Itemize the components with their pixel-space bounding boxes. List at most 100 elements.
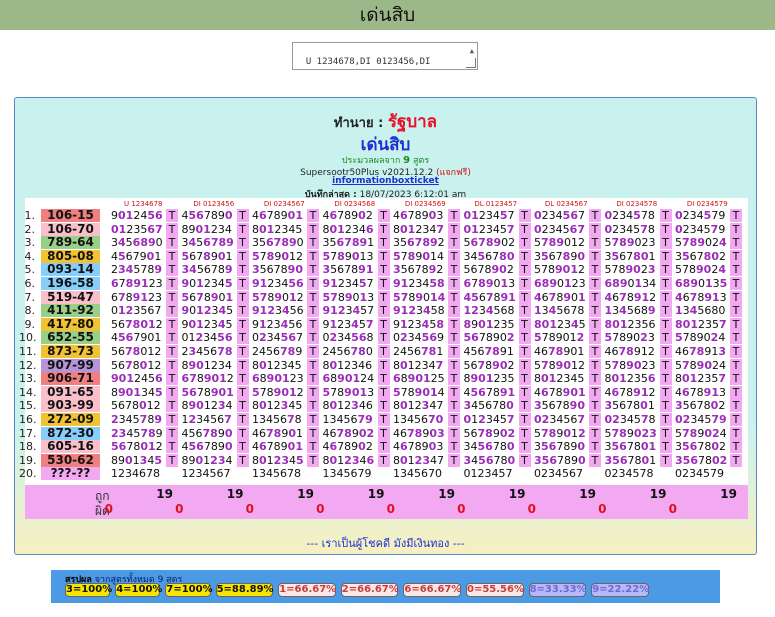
digit: 6	[195, 426, 203, 440]
digit: 4	[181, 426, 189, 440]
digit: 1	[711, 385, 719, 399]
digit: 1	[407, 453, 415, 467]
digit: 9	[492, 426, 500, 440]
digit: 2	[295, 249, 303, 263]
hit-marker: T	[448, 440, 460, 454]
hit-marker: T	[448, 263, 460, 277]
column-header: DI 0234567	[263, 200, 305, 208]
digit: 5	[633, 209, 641, 222]
hit-marker: T	[518, 222, 531, 236]
digit: 7	[154, 222, 163, 236]
digit: 7	[436, 453, 444, 467]
hit-marker: T	[730, 385, 742, 399]
formula-cell: 4678902	[323, 209, 378, 222]
digit: 9	[718, 209, 726, 222]
digit: 9	[697, 236, 705, 250]
digit: 1	[266, 453, 274, 467]
hit-marker: T	[307, 304, 319, 318]
digit: 4	[696, 222, 704, 236]
digit: 9	[696, 331, 704, 345]
formula-cell: 0234567	[534, 223, 589, 236]
miss-count: 0	[245, 502, 254, 516]
miss-count: 0	[386, 502, 395, 516]
hit-marker: T	[589, 440, 601, 454]
digit: 6	[336, 236, 345, 250]
formula-cell: 2345678	[182, 345, 237, 358]
digit: 8	[437, 304, 445, 318]
formula-textarea[interactable]: U 1234678,DI 0123456,DI 0234567,DI 02345…	[292, 42, 478, 70]
formula-cell: 6789123	[111, 291, 166, 304]
digit: 8	[562, 399, 570, 413]
digit: 8	[294, 413, 302, 426]
digit: 2	[111, 413, 119, 426]
digit: 8	[337, 290, 345, 304]
digit: 8	[499, 440, 507, 454]
digit: 1	[577, 345, 585, 358]
digit: 9	[252, 277, 260, 290]
digit: 5	[675, 236, 682, 250]
digit: 5	[329, 236, 337, 250]
digit: 0	[463, 467, 471, 481]
digit: 8	[485, 331, 493, 345]
formula-cell: 5789012	[252, 250, 307, 263]
hit-marker: T	[448, 426, 460, 440]
digit: 6	[273, 345, 280, 358]
digit: 3	[415, 304, 423, 318]
digit: 1	[640, 345, 648, 358]
hit-marker: T	[659, 399, 672, 413]
digit: 5	[675, 263, 682, 277]
digit: 7	[336, 426, 345, 440]
digit: 0	[365, 345, 373, 358]
hit-marker: T	[236, 426, 249, 440]
digit: 0	[633, 263, 641, 277]
digit: 3	[140, 385, 148, 399]
digit: 7	[365, 317, 374, 331]
digit: 7	[223, 467, 231, 481]
digit: 5	[252, 385, 260, 399]
formula-cell: 8901234	[182, 399, 237, 412]
digit: 2	[478, 209, 486, 222]
formula-cell: 1234567	[182, 413, 237, 426]
formula-cell: 0123457	[464, 223, 519, 236]
digit: 7	[266, 426, 274, 440]
digit: 6	[266, 236, 274, 250]
digit: 3	[675, 440, 682, 454]
hit-marker: T	[448, 372, 460, 386]
digit: 0	[259, 358, 267, 372]
digit: 1	[604, 304, 613, 318]
digit: 6	[329, 209, 338, 222]
digit: 0	[604, 413, 613, 426]
digit: 8	[463, 372, 471, 386]
resize-grip-icon[interactable]	[466, 58, 476, 68]
digit: 0	[675, 467, 682, 481]
hit-marker: T	[307, 372, 319, 386]
digit: 6	[189, 385, 197, 399]
scroll-arrow-icon[interactable]: ▲	[470, 45, 474, 57]
digit: 8	[555, 385, 563, 399]
digit: 6	[633, 304, 641, 318]
hit-marker: T	[377, 385, 390, 399]
hit-marker: T	[166, 263, 178, 277]
digit: 2	[203, 277, 211, 290]
digit: 3	[322, 263, 331, 277]
digit: 1	[147, 317, 156, 331]
formula-cell: 5678012	[111, 345, 166, 358]
digit: 3	[274, 304, 282, 318]
digit: 0	[534, 209, 542, 222]
digit: 7	[506, 413, 515, 426]
info-link[interactable]: informationboxticket	[15, 176, 756, 186]
digit: 6	[541, 345, 548, 358]
formula-cell: 8012346	[323, 399, 378, 412]
formula-cell: 3567890	[534, 399, 589, 412]
digit: 0	[556, 277, 564, 290]
digit: 0	[259, 453, 267, 467]
digit: 0	[259, 222, 267, 236]
digit: 4	[555, 209, 563, 222]
digit: 1	[429, 290, 438, 304]
digit: 1	[422, 372, 431, 386]
digit: 4	[407, 413, 414, 426]
digit: 6	[648, 317, 656, 331]
digit: 5	[604, 426, 612, 440]
digit: 9	[188, 399, 197, 413]
digit: 7	[196, 385, 204, 399]
